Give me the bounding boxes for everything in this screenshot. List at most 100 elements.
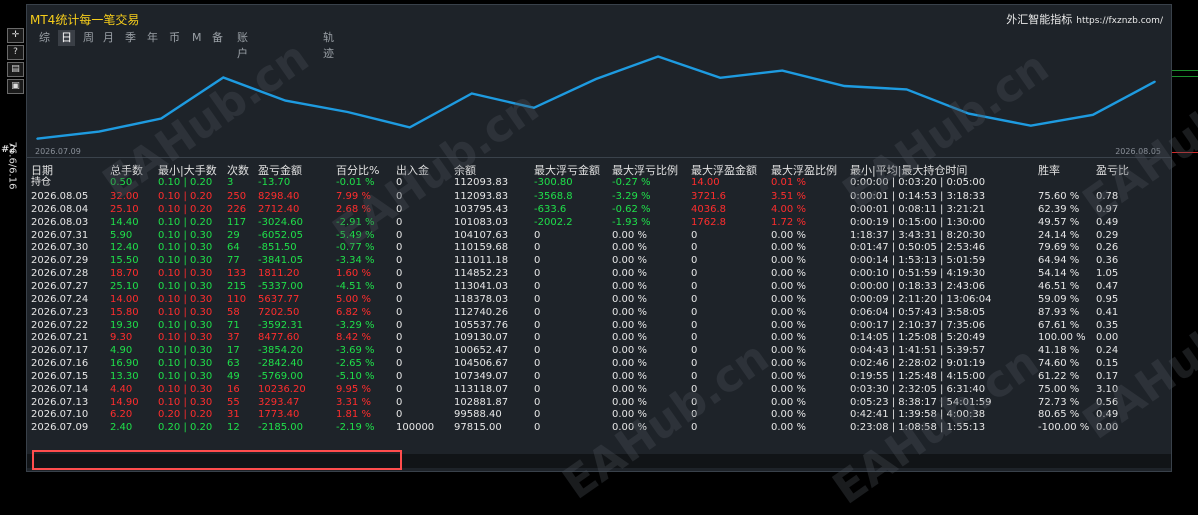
table-cell: 4036.8 (691, 203, 726, 215)
table-cell: 54.14 % (1038, 268, 1080, 280)
table-cell: 67.61 % (1038, 319, 1080, 331)
table-cell: 0 (691, 396, 698, 408)
table-cell: -3.29 % (612, 191, 651, 202)
table-cell: 9.95 % (336, 383, 371, 395)
table-cell: 0.00 % (612, 383, 647, 395)
table-cell: 0.00 % (612, 268, 647, 280)
table-cell: 0.00 % (612, 255, 647, 267)
holding-cell: 3 (227, 177, 234, 188)
tab-note[interactable]: 备 (212, 30, 223, 46)
table-cell: 0 (534, 229, 541, 241)
tab-year[interactable]: 年 (147, 30, 158, 46)
table-cell: 0 (691, 268, 698, 280)
table-cell: 0:14:05 | 1:25:08 | 5:20:49 (850, 332, 986, 344)
table-cell: 0 (396, 319, 403, 331)
table-cell: 0 (691, 255, 698, 267)
table-cell: 0.10 | 0.30 (158, 268, 213, 280)
table-cell: 87.93 % (1038, 306, 1080, 318)
holding-cell: 0.01 % (771, 177, 806, 188)
table-cell: 24.14 % (1038, 229, 1080, 241)
table-cell: 2026.08.03 (31, 216, 89, 228)
column-header: 最大浮亏比例 (612, 164, 678, 177)
table-cell: 0 (396, 332, 403, 344)
table-cell: 102881.87 (454, 396, 509, 408)
table-cell: 77 (227, 255, 240, 267)
table-cell: 0 (534, 409, 541, 421)
tab-magic[interactable]: M (192, 30, 202, 46)
table-cell: 0.10 | 0.20 (158, 216, 213, 228)
table-cell: 0 (396, 216, 403, 228)
table-cell: 0 (534, 422, 541, 434)
table-cell: 0.00 % (771, 383, 806, 395)
table-cell: -2.19 % (336, 422, 375, 434)
table-cell: 0:03:30 | 2:32:05 | 6:31:40 (850, 383, 986, 395)
table-cell: 0 (691, 319, 698, 331)
table-cell: 0.00 % (771, 345, 806, 357)
table-cell: -2842.40 (258, 358, 303, 370)
table-cell: 0:23:08 | 1:08:58 | 1:55:13 (850, 422, 986, 434)
table-cell: 110 (227, 293, 247, 305)
balance-point (408, 126, 411, 129)
balance-point (36, 137, 38, 140)
table-cell: 0.49 (1096, 216, 1119, 228)
table-cell: -3854.20 (258, 345, 303, 357)
table-cell: 6.20 (110, 409, 133, 421)
tab-month[interactable]: 月 (103, 30, 114, 46)
table-cell: 133 (227, 268, 247, 280)
table-cell: 8477.60 (258, 332, 300, 344)
holding-cell: 持仓 (31, 177, 51, 188)
table-cell: -3.69 % (336, 345, 375, 357)
table-cell: 0 (534, 332, 541, 344)
table-cell: 1:18:37 | 3:43:31 | 8:20:30 (850, 229, 986, 241)
table-cell: 0.00 % (771, 293, 806, 305)
column-header: 日期 (31, 164, 53, 177)
table-cell: 0 (396, 396, 403, 408)
table-cell: 0 (691, 293, 698, 305)
table-cell: 72.73 % (1038, 396, 1080, 408)
table-cell: 0:00:01 | 0:14:53 | 3:18:33 (850, 191, 986, 202)
table-cell: 3721.6 (691, 191, 726, 202)
table-cell: 0 (396, 203, 403, 215)
tab-week[interactable]: 周 (83, 30, 94, 46)
balance-point (657, 55, 659, 58)
table-cell: 9.30 (110, 332, 133, 344)
table-cell: 75.60 % (1038, 191, 1080, 202)
tab-quarter[interactable]: 季 (125, 30, 136, 46)
table-cell: 5.00 % (336, 293, 371, 305)
balance-point (471, 92, 473, 95)
table-cell: -2185.00 (258, 422, 303, 434)
crosshair-icon[interactable]: ✛ (7, 28, 24, 43)
table-cell: 0.10 | 0.30 (158, 306, 213, 318)
tab-summary[interactable]: 综 (39, 30, 50, 46)
table-cell: 0.24 (1096, 345, 1119, 357)
table-cell: 13.30 (110, 370, 139, 382)
table-cell: 0.10 | 0.20 (158, 191, 213, 202)
table-cell: 0 (691, 242, 698, 254)
column-header: 余额 (454, 164, 476, 177)
brand-url[interactable]: https://fxznzb.com/ (1076, 16, 1163, 26)
table-cell: 8298.40 (258, 191, 300, 202)
table-cell: 0.00 % (771, 358, 806, 370)
tab-currency[interactable]: 币 (169, 30, 180, 46)
help-icon[interactable]: ? (7, 45, 24, 60)
table-cell: 0.15 (1096, 358, 1119, 370)
holding-cell: -300.80 (534, 177, 573, 188)
table-cell: 0.35 (1096, 319, 1119, 331)
left-toolbar: ✛ ? ▤ ▣ #2 76.6/6.16 (0, 0, 26, 472)
panel-icon[interactable]: ▣ (7, 79, 24, 94)
properties-icon[interactable]: ▤ (7, 62, 24, 77)
table-cell: 0 (396, 293, 403, 305)
table-cell: 112093.83 (454, 191, 509, 202)
table-cell: 0 (396, 345, 403, 357)
table-cell: 0 (691, 383, 698, 395)
table-cell: 0:02:46 | 2:28:02 | 9:01:19 (850, 358, 986, 370)
table-cell: 14.40 (110, 216, 139, 228)
tab-day[interactable]: 日 (58, 30, 75, 46)
table-cell: 0:01:47 | 0:50:05 | 2:53:46 (850, 242, 986, 254)
column-header: 最大浮盈比例 (771, 164, 837, 177)
table-cell: 114852.23 (454, 268, 509, 280)
table-cell: 0.00 % (612, 242, 647, 254)
table-cell: 0.00 % (612, 345, 647, 357)
table-cell: 0 (691, 370, 698, 382)
table-cell: 0 (396, 229, 403, 241)
